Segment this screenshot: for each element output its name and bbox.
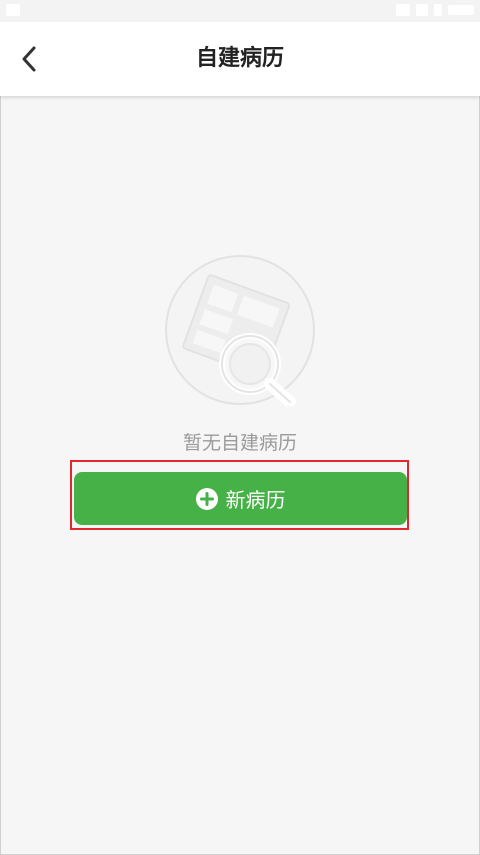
empty-state-illustration: [164, 254, 316, 408]
new-record-button[interactable]: 新病历: [74, 472, 407, 525]
signal-icon: [416, 4, 428, 16]
clock-icon: [448, 5, 474, 15]
plus-circle-icon: [195, 487, 218, 510]
back-button[interactable]: [10, 40, 48, 78]
empty-state-message: 暂无自建病历: [182, 432, 297, 454]
chevron-left-icon: [22, 46, 36, 72]
wifi-icon: [396, 4, 410, 16]
page-title: 自建病历: [195, 46, 284, 71]
document-search-icon: [165, 255, 315, 408]
notification-icon: [6, 4, 20, 16]
status-bar: [0, 0, 480, 22]
new-record-label: 新病历: [225, 488, 286, 512]
battery-icon: [434, 4, 442, 16]
status-icons: [396, 4, 474, 16]
top-app-bar: 自建病历: [0, 22, 480, 96]
